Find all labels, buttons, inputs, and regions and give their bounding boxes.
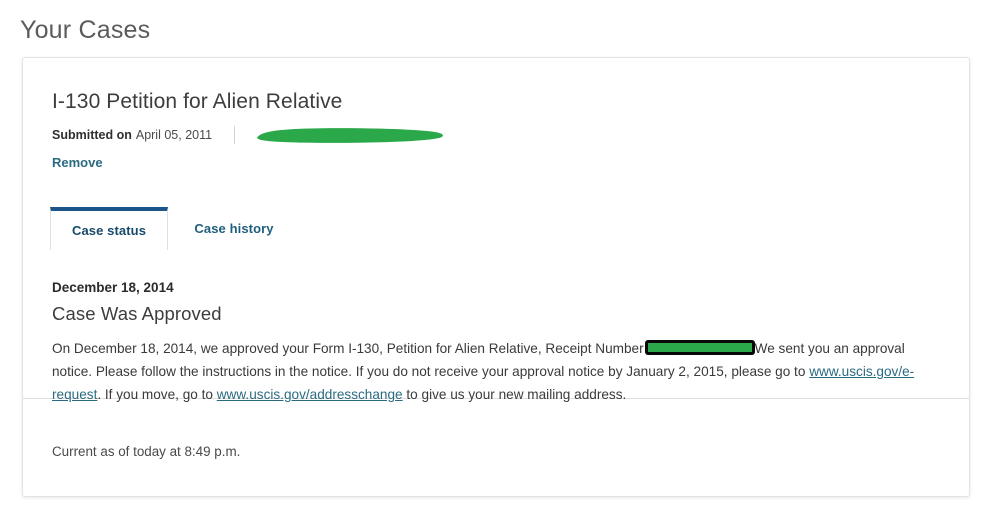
case-card-header: I-130 Petition for Alien Relative Submit…	[23, 58, 969, 172]
vertical-divider	[234, 126, 236, 144]
case-number-redaction-icon	[253, 127, 445, 144]
addresschange-link[interactable]: www.uscis.gov/addresschange	[217, 387, 403, 402]
status-date: December 18, 2014	[52, 280, 174, 295]
submitted-label: Submitted on	[52, 128, 132, 142]
case-card: I-130 Petition for Alien Relative Submit…	[22, 57, 970, 497]
submitted-row: Submitted on April 05, 2011	[52, 126, 969, 144]
tab-case-history[interactable]: Case history	[169, 207, 299, 250]
status-text-part3: . If you move, go to	[97, 387, 217, 402]
status-text-part4: to give us your new mailing address.	[402, 387, 627, 402]
tab-case-status[interactable]: Case status	[50, 207, 168, 250]
receipt-number-redaction-icon	[644, 340, 755, 355]
status-headline: Case Was Approved	[52, 303, 222, 324]
remove-case-link[interactable]: Remove	[52, 155, 103, 171]
current-as-of-text: Current as of today at 8:49 p.m.	[52, 444, 241, 459]
case-title: I-130 Petition for Alien Relative	[52, 90, 343, 113]
status-description: On December 18, 2014, we approved your F…	[52, 337, 938, 406]
case-tabs: Case status Case history	[23, 207, 969, 399]
page-title: Your Cases	[20, 16, 151, 44]
case-status-panel: December 18, 2014 Case Was Approved On D…	[23, 251, 969, 462]
your-cases-page: Your Cases I-130 Petition for Alien Rela…	[0, 0, 1000, 530]
status-text-part1: On December 18, 2014, we approved your F…	[52, 341, 644, 356]
submitted-date: April 05, 2011	[135, 128, 213, 142]
